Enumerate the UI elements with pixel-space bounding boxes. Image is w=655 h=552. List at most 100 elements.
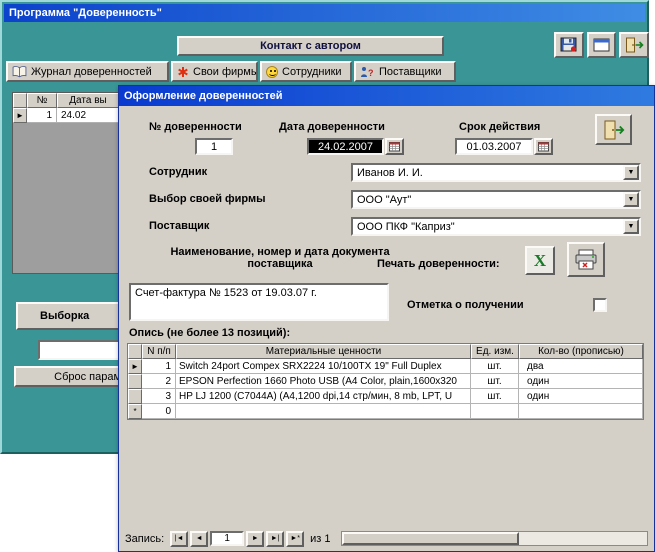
grid-row: 3 HP LJ 1200 (C7044A) (A4,1200 dpi,14 ст…	[128, 389, 643, 404]
selection-panel-title: Выборка	[40, 310, 89, 322]
grid-header-row: N п/п Материальные ценности Ед. изм. Кол…	[128, 344, 643, 359]
date-field[interactable]: 24.02.2007	[307, 138, 384, 155]
tab-employees[interactable]: Сотрудники	[260, 61, 352, 82]
save-icon	[560, 37, 578, 53]
grid-cell-qty[interactable]: один	[519, 389, 643, 404]
last-record-button[interactable]: ►|	[266, 531, 284, 547]
grid-cell-unit[interactable]	[471, 404, 519, 419]
main-titlebar[interactable]: Программа "Доверенность"	[4, 4, 645, 22]
record-label: Запись:	[125, 533, 164, 545]
suppliers-icon: ?	[360, 66, 375, 78]
contact-author-button[interactable]: Контакт с автором	[177, 36, 444, 56]
grid-row-selector[interactable]: *	[128, 404, 142, 419]
journal-col-date[interactable]: Дата вы	[57, 93, 119, 108]
journal-row-selector[interactable]: ►	[13, 108, 27, 123]
smiley-icon	[266, 66, 278, 78]
print-button[interactable]	[567, 242, 605, 277]
journal-corner-selector[interactable]	[13, 93, 27, 108]
firm-value: ООО "Аут"	[353, 192, 623, 207]
firms-icon	[177, 66, 189, 78]
journal-cell-num[interactable]: 1	[27, 108, 57, 123]
grid-col-qty[interactable]: Кол-во (прописью)	[519, 344, 643, 359]
journal-col-num[interactable]: №	[27, 93, 57, 108]
receipt-label: Отметка о получении	[407, 299, 524, 311]
prev-record-button[interactable]: ◄	[190, 531, 208, 547]
validity-label: Срок действия	[459, 121, 540, 133]
scrollbar-thumb[interactable]	[342, 532, 519, 545]
exit-door-icon	[603, 120, 625, 140]
svg-text:?: ?	[368, 68, 374, 78]
validity-calendar-button[interactable]	[534, 138, 553, 155]
firm-combobox[interactable]: ООО "Аут" ▼	[351, 190, 641, 209]
number-field[interactable]: 1	[195, 138, 233, 155]
grid-cell-unit[interactable]: шт.	[471, 359, 519, 374]
tab-firms[interactable]: Свои фирмы	[171, 61, 258, 82]
grid-cell-name[interactable]: EPSON Perfection 1660 Photo USB (A4 Colo…	[176, 374, 471, 389]
grid-corner-selector[interactable]	[128, 344, 142, 359]
tab-journal[interactable]: Журнал доверенностей	[6, 61, 169, 82]
window-icon	[593, 38, 610, 52]
doc-number-field[interactable]: Счет-фактура № 1523 от 19.03.07 г.	[129, 283, 389, 321]
main-window-title: Программа "Доверенность"	[9, 7, 162, 19]
excel-icon: X	[534, 252, 546, 269]
first-record-button[interactable]: |◄	[170, 531, 188, 547]
grid-cell-qty[interactable]	[519, 404, 643, 419]
date-calendar-button[interactable]	[385, 138, 404, 155]
date-label: Дата доверенности	[279, 121, 385, 133]
items-grid: N п/п Материальные ценности Ед. изм. Кол…	[127, 343, 644, 420]
print-label: Печать доверенности:	[377, 258, 500, 270]
supplier-combobox[interactable]: ООО ПКФ "Каприз" ▼	[351, 217, 641, 236]
exit-button[interactable]	[619, 32, 649, 58]
journal-icon	[12, 66, 27, 78]
grid-new-row: * 0	[128, 404, 643, 419]
supplier-label: Поставщик	[149, 220, 209, 232]
grid-cell-qty[interactable]: один	[519, 374, 643, 389]
dialog-titlebar[interactable]: Оформление доверенностей	[119, 86, 654, 106]
tab-suppliers[interactable]: ? Поставщики	[354, 61, 456, 82]
grid-row-selector[interactable]: ►	[128, 359, 142, 374]
tab-firms-label: Свои фирмы	[193, 66, 258, 78]
grid-row-selector[interactable]	[128, 389, 142, 404]
journal-cell-date[interactable]: 24.02	[57, 108, 119, 123]
employee-value: Иванов И. И.	[353, 165, 623, 180]
grid-cell-qty[interactable]: два	[519, 359, 643, 374]
validity-field[interactable]: 01.03.2007	[455, 138, 533, 155]
journal-data-row: ► 1 24.02	[13, 108, 119, 123]
tab-journal-label: Журнал доверенностей	[31, 66, 152, 78]
journal-table: № Дата вы ► 1 24.02	[12, 92, 120, 274]
calendar-icon	[389, 141, 400, 152]
grid-cell-unit[interactable]: шт.	[471, 374, 519, 389]
employee-combobox[interactable]: Иванов И. И. ▼	[351, 163, 641, 182]
grid-cell-num[interactable]: 1	[142, 359, 176, 374]
grid-cell-name[interactable]: Switch 24port Compex SRX2224 10/100TX 19…	[176, 359, 471, 374]
grid-caption: Опись (не более 13 позиций):	[129, 327, 290, 339]
grid-cell-num[interactable]: 0	[142, 404, 176, 419]
receipt-checkbox[interactable]	[593, 298, 607, 312]
grid-cell-unit[interactable]: шт.	[471, 389, 519, 404]
grid-col-name[interactable]: Материальные ценности	[176, 344, 471, 359]
new-record-button[interactable]: ►*	[286, 531, 304, 547]
grid-row-selector[interactable]	[128, 374, 142, 389]
dialog-title: Оформление доверенностей	[124, 90, 283, 102]
grid-cell-num[interactable]: 3	[142, 389, 176, 404]
record-count: из 1	[310, 533, 330, 545]
grid-cell-name[interactable]	[176, 404, 471, 419]
grid-col-unit[interactable]: Ед. изм.	[471, 344, 519, 359]
save-button[interactable]	[554, 32, 584, 58]
grid-col-num[interactable]: N п/п	[142, 344, 176, 359]
dialog-close-button[interactable]	[595, 114, 632, 145]
supplier-value: ООО ПКФ "Каприз"	[353, 219, 623, 234]
grid-cell-num[interactable]: 2	[142, 374, 176, 389]
grid-cell-name[interactable]: HP LJ 1200 (C7044A) (A4,1200 dpi,14 стр/…	[176, 389, 471, 404]
window-button[interactable]	[587, 32, 616, 58]
tab-suppliers-label: Поставщики	[379, 66, 442, 78]
dropdown-arrow-icon[interactable]: ▼	[623, 219, 639, 234]
excel-export-button[interactable]: X	[525, 246, 555, 275]
current-record-field[interactable]: 1	[210, 531, 244, 546]
grid-row: 2 EPSON Perfection 1660 Photo USB (A4 Co…	[128, 374, 643, 389]
next-record-button[interactable]: ►	[246, 531, 264, 547]
dropdown-arrow-icon[interactable]: ▼	[623, 192, 639, 207]
tab-employees-label: Сотрудники	[282, 66, 342, 78]
horizontal-scrollbar[interactable]	[341, 531, 648, 546]
dropdown-arrow-icon[interactable]: ▼	[623, 165, 639, 180]
